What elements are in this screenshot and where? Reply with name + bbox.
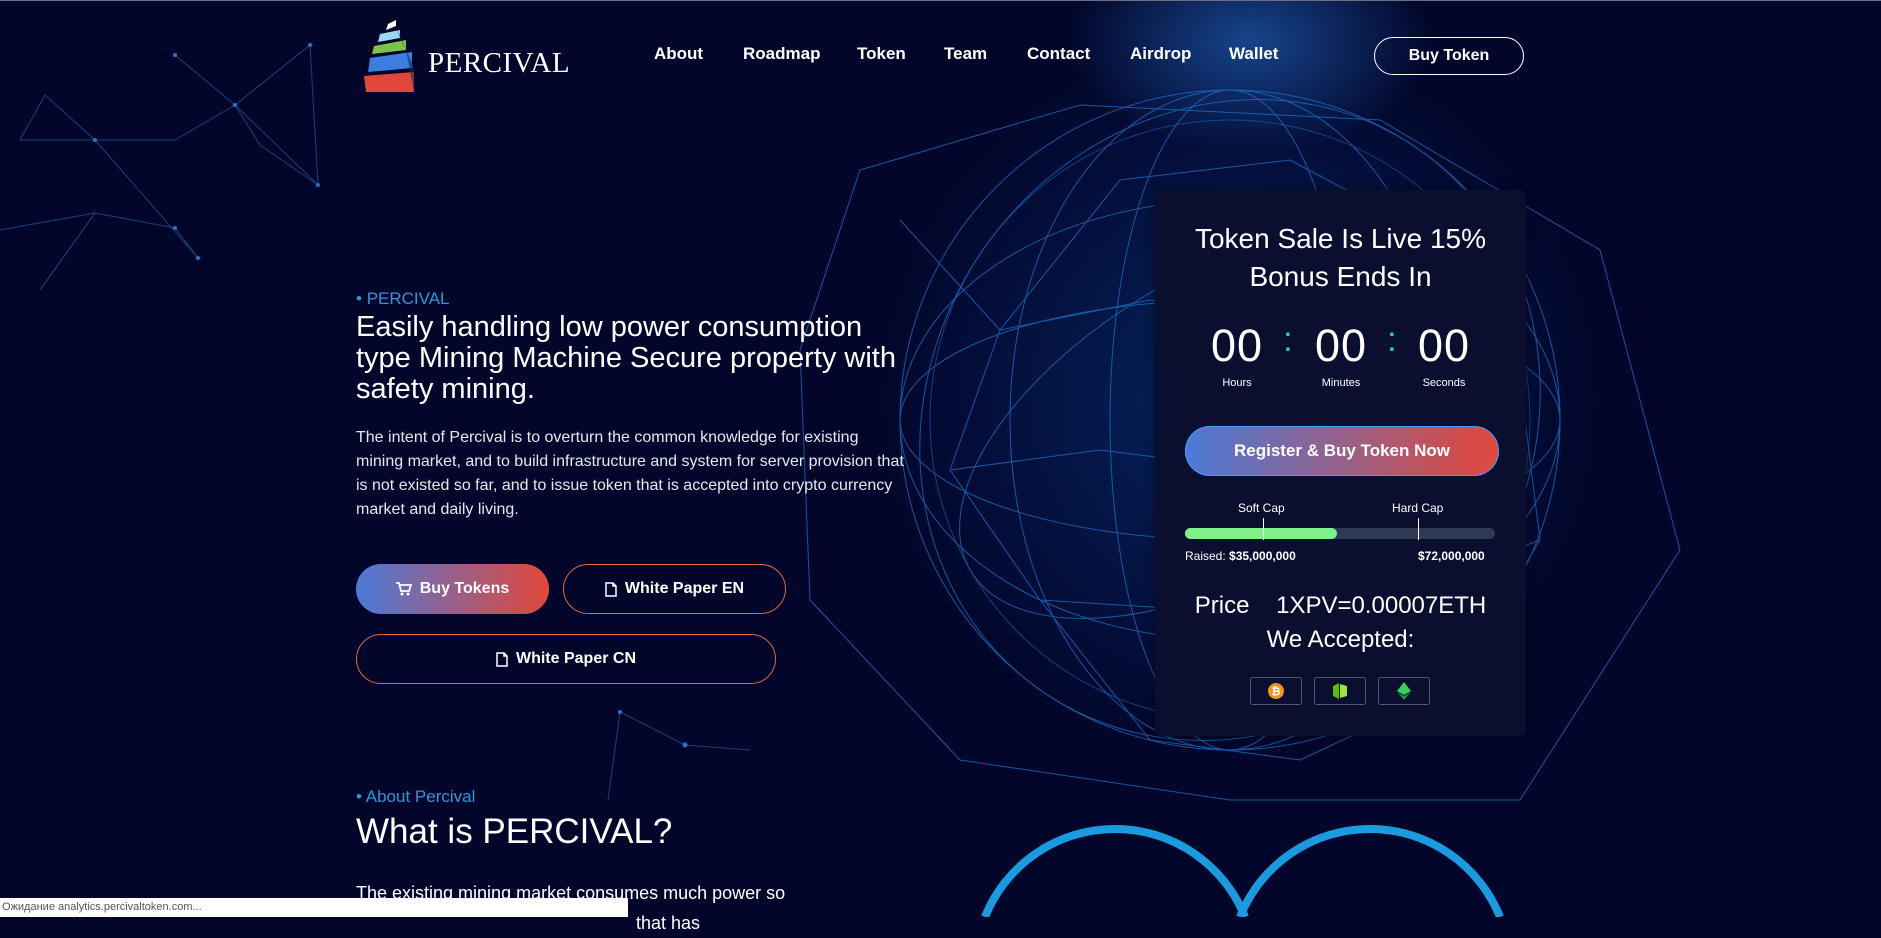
neo-icon <box>1333 683 1347 699</box>
hero-description: The intent of Percival is to overturn th… <box>356 429 904 518</box>
bitcoin-option[interactable]: ₿ <box>1250 677 1302 705</box>
top-border <box>0 0 1881 1</box>
soft-cap-marker <box>1263 518 1264 540</box>
register-buy-button[interactable]: Register & Buy Token Now <box>1185 426 1499 476</box>
soft-cap-label: Soft Cap <box>1238 501 1285 515</box>
token-sale-title-line: Token Sale Is Live 15% <box>1194 223 1487 254</box>
nav-contact[interactable]: Contact <box>1027 44 1090 64</box>
price-value: 1XPV=0.00007ETH <box>1276 592 1487 619</box>
cart-icon <box>395 582 412 596</box>
hard-cap-info: $72,000,000 <box>1418 549 1485 563</box>
buy-tokens-button[interactable]: Buy Tokens <box>356 564 549 614</box>
progress-fill <box>1185 528 1337 539</box>
countdown-separator: : <box>1283 320 1293 359</box>
nav-token[interactable]: Token <box>857 44 906 64</box>
about-kicker: • About Percival <box>356 787 475 807</box>
progress-bar <box>1185 528 1495 539</box>
accepted-label: We Accepted: <box>1266 626 1415 653</box>
countdown-separator: : <box>1387 320 1397 359</box>
hero-title: Easily handling low power consumption ty… <box>356 311 896 405</box>
svg-text:₿: ₿ <box>1272 686 1281 698</box>
raised-label: Raised: <box>1185 549 1226 563</box>
hard-cap-marker <box>1418 518 1419 540</box>
bullet-icon: • <box>356 787 366 806</box>
nav-wallet[interactable]: Wallet <box>1229 44 1278 64</box>
token-sale-title-line: Bonus Ends In <box>1249 261 1432 292</box>
bullet-icon: • <box>356 289 367 308</box>
countdown-hours-label: Hours <box>1222 377 1252 389</box>
price-label: Price <box>1194 592 1250 619</box>
neo-option[interactable] <box>1314 677 1366 705</box>
countdown-minutes: 00 <box>1314 320 1368 371</box>
token-sale-card: Token Sale Is Live 15% Bonus Ends In 00 … <box>1155 190 1526 736</box>
ethereum-option[interactable] <box>1378 677 1430 705</box>
white-paper-en-label: White Paper EN <box>624 580 745 597</box>
countdown-seconds: 00 <box>1417 320 1471 371</box>
countdown-seconds-label: Seconds <box>1422 377 1466 389</box>
hard-cap-value: $72,000,000 <box>1418 549 1485 563</box>
about-title: What is PERCIVAL? <box>356 812 673 851</box>
brand-name: PERCIVAL <box>428 46 571 79</box>
hero-kicker: • PERCIVAL <box>356 289 450 309</box>
hard-cap-label: Hard Cap <box>1392 501 1444 515</box>
white-paper-cn-button[interactable]: White Paper CN <box>356 634 776 684</box>
countdown-hours: 00 <box>1210 320 1264 371</box>
nav-about[interactable]: About <box>654 44 703 64</box>
hero-kicker-text: PERCIVAL <box>366 289 450 308</box>
about-kicker-text: About Percival <box>365 787 476 806</box>
token-sale-title: Token Sale Is Live 15% Bonus Ends In <box>1155 220 1526 296</box>
buy-tokens-label: Buy Tokens <box>419 580 510 597</box>
ethereum-icon <box>1397 682 1411 700</box>
bitcoin-icon: ₿ <box>1268 683 1284 699</box>
browser-status-bar: Ожидание analytics.percivaltoken.com... <box>0 898 628 917</box>
price-info: Price 1XPV=0.00007ETH <box>1155 592 1526 620</box>
white-paper-cn-label: White Paper CN <box>515 650 636 667</box>
percival-logo-icon <box>364 20 414 92</box>
document-icon <box>496 651 508 667</box>
document-icon <box>605 581 617 597</box>
logo[interactable]: PERCIVAL <box>356 20 570 92</box>
raised-info: Raised: $35,000,000 <box>1185 549 1296 563</box>
nav-airdrop[interactable]: Airdrop <box>1130 44 1191 64</box>
nav-team[interactable]: Team <box>944 44 987 64</box>
countdown-minutes-label: Minutes <box>1321 377 1361 389</box>
raised-value: $35,000,000 <box>1229 549 1296 563</box>
nav-roadmap[interactable]: Roadmap <box>743 44 820 64</box>
buy-token-button[interactable]: Buy Token <box>1374 37 1524 75</box>
white-paper-en-button[interactable]: White Paper EN <box>563 564 786 614</box>
network-globe-graphic <box>0 43 1681 917</box>
